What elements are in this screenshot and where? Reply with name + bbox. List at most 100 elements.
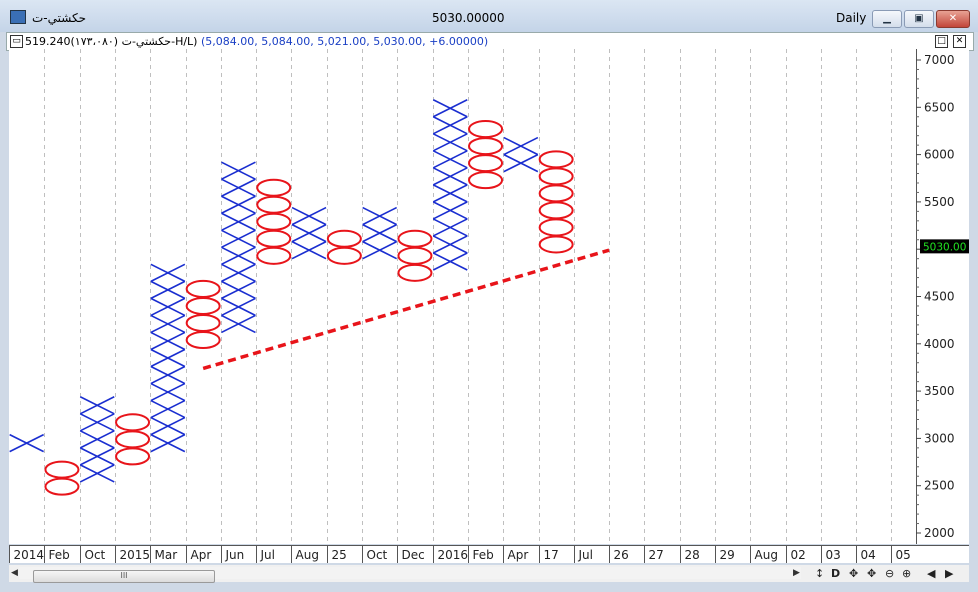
o-mark (468, 154, 504, 173)
x-tick-label: 25 (332, 548, 347, 562)
o-mark (397, 246, 433, 265)
last-price-label: 5030.00 (923, 241, 966, 253)
x-tick-label: Oct (85, 548, 106, 562)
x-tick-label: Feb (49, 548, 70, 562)
o-mark (185, 296, 221, 315)
x-tick-label: 2014 (14, 548, 45, 562)
x-tick-label: 27 (649, 548, 664, 562)
x-tick-label: Apr (508, 548, 529, 562)
o-mark (397, 229, 433, 248)
scroll-left-icon[interactable]: ◀ (11, 568, 18, 578)
o-mark (44, 477, 80, 496)
x-tick-label: Mar (155, 548, 178, 562)
y-tick-label: 3000 (924, 431, 955, 445)
restore-button[interactable]: ▣ (904, 10, 934, 28)
scale-toggle-icon[interactable]: ↕ (815, 567, 824, 580)
o-mark (468, 137, 504, 156)
window-title-symbol: حکشتي-ت (32, 11, 86, 25)
x-tick-label: Oct (367, 548, 388, 562)
x-tick-label: Dec (402, 548, 425, 562)
o-mark (326, 229, 362, 248)
o-mark (115, 413, 151, 432)
o-mark (185, 279, 221, 298)
window-title-price: 5030.00000 (432, 11, 505, 25)
y-tick-label: 2000 (924, 526, 955, 540)
x-tick-label: Jul (260, 548, 275, 562)
symbol-name: حکشتي-ت (۱۷۳،۰۸۰) (70, 35, 172, 48)
x-axis-svg: 2014 Feb Oct 2015 Mar Apr Jun Jul Aug 25 Oct Dec 201… (9, 546, 911, 563)
y-tick-label: 6000 (924, 148, 955, 162)
y-tick-label: 4500 (924, 290, 955, 304)
o-mark (468, 171, 504, 190)
chart-menu-icon[interactable]: ▭ (10, 35, 23, 48)
o-mark (256, 246, 292, 265)
o-mark (256, 212, 292, 231)
x-tick-label: Jun (225, 548, 245, 562)
o-mark (256, 178, 292, 197)
next-page-icon[interactable]: ▶ (945, 567, 953, 580)
close-button[interactable]: ✕ (936, 10, 970, 28)
x-tick-label: 02 (791, 548, 806, 562)
y-tick-label: 7000 (924, 53, 955, 67)
zoom-out-icon[interactable]: ⊖ (885, 567, 894, 580)
trend-line (202, 248, 610, 371)
restore-icon: ▣ (914, 13, 924, 24)
prev-page-icon[interactable]: ◀ (927, 567, 935, 580)
o-mark (538, 218, 574, 237)
draw-mode-icon[interactable]: D (831, 567, 840, 580)
window-title-period: Daily (836, 11, 867, 25)
chart-app-icon (10, 10, 26, 24)
crosshair-icon[interactable]: ✥ (867, 567, 876, 580)
ohlc-values: (5,084.00, 5,084.00, 5,021.00, 5,030.00,… (200, 35, 489, 48)
y-tick-label: 3500 (924, 384, 955, 398)
scroll-track[interactable]: III (19, 567, 801, 583)
chart-area[interactable]: 2000250030003500400045005000550060006500… (9, 49, 970, 544)
x-tick-label: Feb (473, 548, 494, 562)
x-tick-label: Aug (296, 548, 319, 562)
x-axis: 2014 Feb Oct 2015 Mar Apr Jun Jul Aug 25 Oct Dec 201… (9, 545, 916, 563)
o-mark (538, 184, 574, 203)
chart-legend-text: حکشتي-ت (۱۷۳،۰۸۰)519.240-H/L) (5,084.00,… (25, 35, 488, 48)
pan-icon[interactable]: ✥ (849, 567, 858, 580)
pf-chart-svg: 2000250030003500400045005000550060006500… (9, 49, 970, 544)
o-mark (185, 331, 221, 350)
x-tick-label: Jul (578, 548, 593, 562)
o-mark (44, 460, 80, 479)
o-mark (538, 235, 574, 254)
scroll-right-icon[interactable]: ▶ (793, 568, 800, 578)
x-tick-label: 2015 (120, 548, 151, 562)
o-mark (326, 246, 362, 265)
x-tick-label: 26 (614, 548, 629, 562)
scroll-thumb[interactable]: III (33, 570, 215, 583)
o-mark (256, 195, 292, 214)
o-mark (538, 201, 574, 220)
o-mark (115, 447, 151, 466)
x-tick-label: 03 (826, 548, 841, 562)
y-tick-label: 4000 (924, 337, 955, 351)
o-mark (397, 263, 433, 282)
o-mark (538, 167, 574, 186)
y-tick-label: 6500 (924, 100, 955, 114)
close-icon: ✕ (948, 13, 958, 24)
x-tick-label: Aug (755, 548, 778, 562)
x-tick-label: Apr (191, 548, 212, 562)
x-tick-label: 05 (896, 548, 911, 562)
x-tick-label: 17 (544, 548, 559, 562)
minimize-button[interactable]: ▁ (872, 10, 902, 28)
y-tick-label: 5500 (924, 195, 955, 209)
x-axis-corner (916, 545, 969, 563)
y-tick-label: 2500 (924, 479, 955, 493)
x-tick-label: 29 (720, 548, 735, 562)
x-tick-label: 2016 (438, 548, 469, 562)
x-tick-label: 28 (685, 548, 700, 562)
o-mark (468, 120, 504, 139)
o-mark (538, 150, 574, 169)
x-tick-label: 04 (861, 548, 876, 562)
minimize-icon: ▁ (883, 13, 891, 24)
zoom-in-icon[interactable]: ⊕ (902, 567, 911, 580)
pane-close-icon[interactable]: ✕ (953, 35, 966, 48)
o-mark (115, 430, 151, 449)
pane-maximize-icon[interactable]: □ (935, 35, 948, 48)
horizontal-scrollbar[interactable]: ◀ III ▶ ↕ D ✥ ✥ ⊖ ⊕ ◀ ▶ (9, 565, 969, 583)
window-titlebar: حکشتي-ت 5030.00000 Daily ▁ ▣ ✕ (0, 0, 978, 32)
